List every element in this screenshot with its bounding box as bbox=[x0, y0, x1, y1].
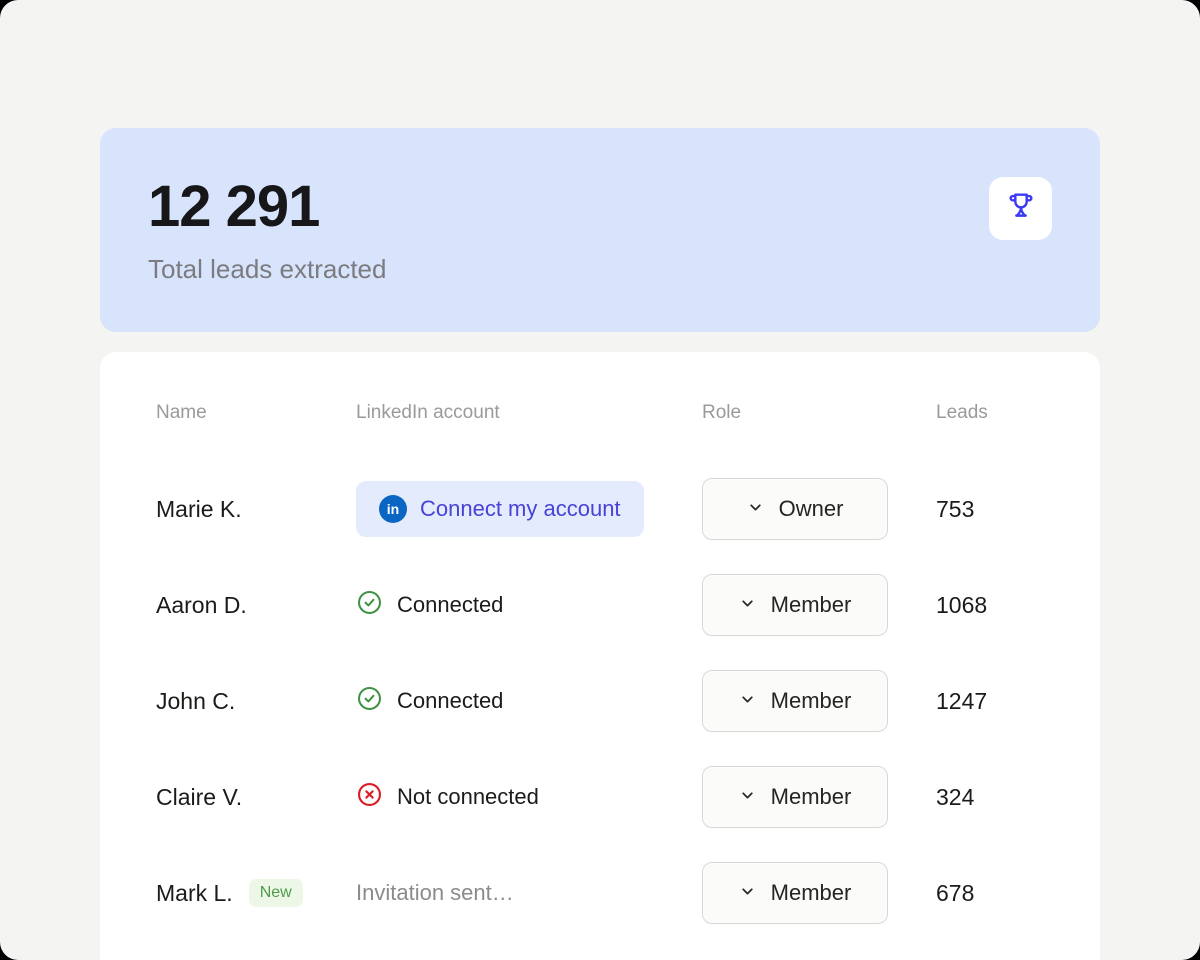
x-circle-icon bbox=[356, 781, 383, 814]
not-connected-status: Not connected bbox=[356, 781, 539, 814]
linkedin-account-cell: Not connected bbox=[356, 781, 702, 814]
app-canvas: 12 291 Total leads extracted Name Linked… bbox=[0, 0, 1200, 960]
role-value: Owner bbox=[779, 496, 844, 522]
table-row: Claire V. Not connected Member 32 bbox=[156, 749, 1044, 845]
linkedin-account-cell: Connected bbox=[356, 589, 702, 622]
not-connected-status-label: Not connected bbox=[397, 784, 539, 810]
chevron-down-icon bbox=[739, 595, 756, 615]
member-name: Aaron D. bbox=[156, 592, 356, 619]
connect-my-account-button[interactable]: in Connect my account bbox=[356, 481, 644, 537]
total-leads-card: 12 291 Total leads extracted bbox=[100, 128, 1100, 332]
linkedin-account-cell: Invitation sent… bbox=[356, 880, 702, 906]
invitation-sent-label: Invitation sent… bbox=[356, 880, 514, 906]
connected-status-label: Connected bbox=[397, 592, 503, 618]
member-name: Mark L. New bbox=[156, 879, 356, 907]
column-header-role: Role bbox=[702, 402, 936, 424]
role-cell: Owner bbox=[702, 478, 936, 540]
role-dropdown[interactable]: Member bbox=[702, 574, 888, 636]
total-leads-value: 12 291 bbox=[148, 177, 386, 238]
member-name-text: Marie K. bbox=[156, 496, 242, 523]
total-leads-text: 12 291 Total leads extracted bbox=[148, 177, 386, 285]
role-cell: Member bbox=[702, 670, 936, 732]
member-name-text: Aaron D. bbox=[156, 592, 247, 619]
role-value: Member bbox=[771, 592, 852, 618]
linkedin-account-cell: Connected bbox=[356, 685, 702, 718]
column-header-name: Name bbox=[156, 402, 356, 424]
chevron-down-icon bbox=[739, 883, 756, 903]
invitation-sent-status: Invitation sent… bbox=[356, 880, 514, 906]
chevron-down-icon bbox=[747, 499, 764, 519]
leads-count: 1247 bbox=[936, 688, 1044, 715]
member-name: Claire V. bbox=[156, 784, 356, 811]
chevron-down-icon bbox=[739, 691, 756, 711]
member-name: John C. bbox=[156, 688, 356, 715]
column-header-linkedin-account: LinkedIn account bbox=[356, 402, 702, 424]
member-name-text: Mark L. bbox=[156, 880, 233, 907]
connect-my-account-label: Connect my account bbox=[420, 496, 621, 522]
leads-count: 1068 bbox=[936, 592, 1044, 619]
role-value: Member bbox=[771, 880, 852, 906]
connected-status-label: Connected bbox=[397, 688, 503, 714]
role-value: Member bbox=[771, 688, 852, 714]
linkedin-account-cell: in Connect my account bbox=[356, 481, 702, 537]
check-circle-icon bbox=[356, 685, 383, 718]
trophy-icon bbox=[1004, 189, 1038, 228]
table-row: John C. Connected Member 1247 bbox=[156, 653, 1044, 749]
new-badge: New bbox=[249, 879, 303, 907]
team-table-card: Name LinkedIn account Role Leads Marie K… bbox=[100, 352, 1100, 960]
member-name: Marie K. bbox=[156, 496, 356, 523]
role-cell: Member bbox=[702, 766, 936, 828]
check-circle-icon bbox=[356, 589, 383, 622]
connected-status: Connected bbox=[356, 589, 503, 622]
role-dropdown[interactable]: Owner bbox=[702, 478, 888, 540]
table-row: Aaron D. Connected Member 1068 bbox=[156, 557, 1044, 653]
role-cell: Member bbox=[702, 862, 936, 924]
linkedin-icon: in bbox=[379, 495, 407, 523]
role-value: Member bbox=[771, 784, 852, 810]
role-dropdown[interactable]: Member bbox=[702, 670, 888, 732]
table-header-row: Name LinkedIn account Role Leads bbox=[156, 400, 1044, 426]
table-row: Marie K. in Connect my account Owner 753 bbox=[156, 461, 1044, 557]
connected-status: Connected bbox=[356, 685, 503, 718]
chevron-down-icon bbox=[739, 787, 756, 807]
role-dropdown[interactable]: Member bbox=[702, 862, 888, 924]
leads-count: 324 bbox=[936, 784, 1044, 811]
leads-count: 753 bbox=[936, 496, 1044, 523]
role-cell: Member bbox=[702, 574, 936, 636]
member-name-text: Claire V. bbox=[156, 784, 242, 811]
member-name-text: John C. bbox=[156, 688, 235, 715]
column-header-leads: Leads bbox=[936, 402, 1044, 424]
total-leads-label: Total leads extracted bbox=[148, 254, 386, 285]
table-row: Mark L. New Invitation sent… Member 678 bbox=[156, 845, 1044, 941]
trophy-button[interactable] bbox=[989, 177, 1052, 240]
role-dropdown[interactable]: Member bbox=[702, 766, 888, 828]
leads-count: 678 bbox=[936, 880, 1044, 907]
